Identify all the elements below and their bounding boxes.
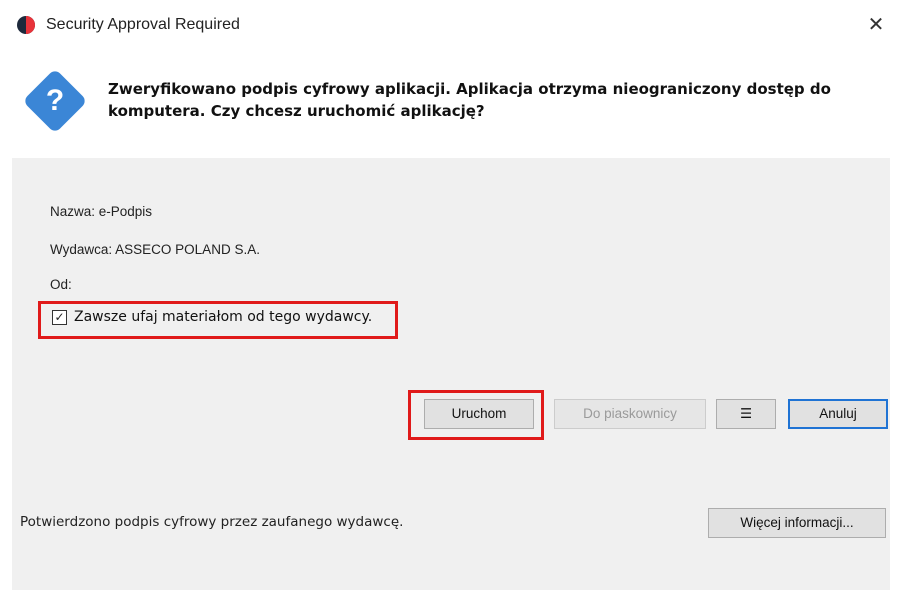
status-text: Potwierdzono podpis cyfrowy przez zaufan… <box>20 514 404 530</box>
question-icon: ? <box>22 68 88 134</box>
java-icon <box>17 16 35 34</box>
menu-icon: ☰ <box>739 406 753 421</box>
app-name-field: Nazwa: e-Podpis <box>50 204 153 219</box>
publisher-field: Wydawca: ASSECO POLAND S.A. <box>50 242 260 257</box>
more-info-button[interactable]: Więcej informacji... <box>708 508 886 538</box>
trust-publisher-label: Zawsze ufaj materiałom od tego wydawcy. <box>74 309 373 325</box>
close-button[interactable]: ✕ <box>861 10 891 40</box>
checkbox-checked-icon[interactable]: ✓ <box>52 310 67 325</box>
dialog-body: Nazwa: e-Podpis Wydawca: ASSECO POLAND S… <box>12 158 890 590</box>
dialog-header: ? Zweryfikowano podpis cyfrowy aplikacji… <box>0 52 901 158</box>
window-title: Security Approval Required <box>46 16 240 33</box>
close-icon: ✕ <box>867 14 885 36</box>
cancel-button[interactable]: Anuluj <box>788 399 888 429</box>
header-message: Zweryfikowano podpis cyfrowy aplikacji. … <box>108 80 831 120</box>
menu-button[interactable]: ☰ <box>716 399 776 429</box>
sandbox-button[interactable]: Do piaskownicy <box>554 399 706 429</box>
from-field: Od: <box>50 277 72 292</box>
run-button[interactable]: Uruchom <box>424 399 534 429</box>
title-bar: Security Approval Required ✕ <box>0 0 901 52</box>
